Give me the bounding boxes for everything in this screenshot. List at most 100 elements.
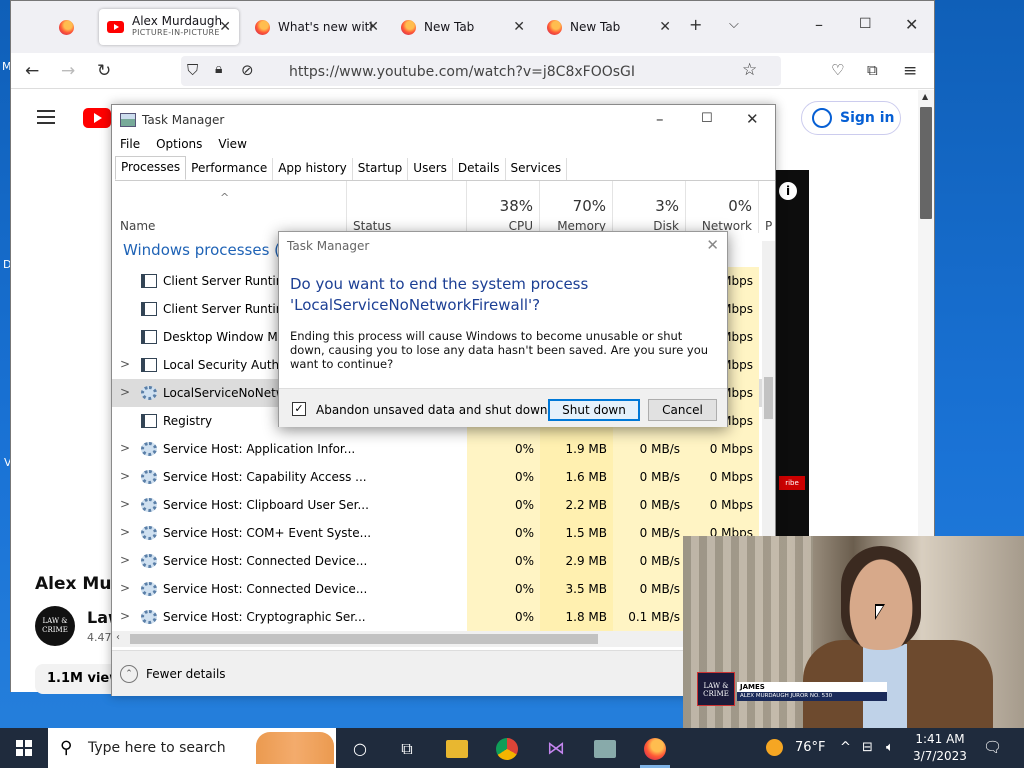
process-row[interactable]: > Service Host: Cryptographic Ser... 0% 1.8… bbox=[112, 603, 767, 631]
weather-sun-icon[interactable] bbox=[766, 739, 783, 756]
show-hidden-icons-chevron-icon[interactable]: ^ bbox=[840, 740, 851, 755]
close-tab-icon[interactable]: ✕ bbox=[367, 19, 379, 35]
expand-chevron-icon[interactable]: > bbox=[120, 581, 130, 595]
guide-menu-icon[interactable] bbox=[37, 110, 55, 124]
bookmark-star-icon[interactable]: ☆ bbox=[742, 60, 757, 80]
task-manager-taskbar-icon[interactable] bbox=[594, 740, 616, 758]
lock-icon[interactable]: 🔒︎ bbox=[215, 61, 222, 77]
process-row[interactable]: > Service Host: Application Infor... 0% 1.9… bbox=[112, 435, 767, 463]
maximize-icon[interactable]: ☐ bbox=[701, 111, 713, 126]
expand-chevron-icon[interactable]: > bbox=[120, 469, 130, 483]
column-status[interactable]: Status bbox=[347, 181, 467, 233]
url-bar[interactable]: ⛉ 🔒︎ ⊘ https://www.youtube.com/watch?v=j… bbox=[181, 56, 781, 86]
tab-new-tab-1[interactable]: New Tab ✕ bbox=[393, 9, 533, 45]
abandon-data-checkbox[interactable]: ✓ bbox=[292, 402, 306, 416]
close-dialog-icon[interactable]: ✕ bbox=[706, 236, 719, 254]
extensions-icon[interactable]: ⧉ bbox=[867, 61, 878, 79]
column-cpu[interactable]: 38% CPU bbox=[467, 181, 540, 233]
tab-new-tab-2[interactable]: New Tab ✕ bbox=[539, 9, 679, 45]
chrome-icon[interactable] bbox=[496, 738, 518, 760]
volume-icon[interactable]: 🔈︎ bbox=[886, 740, 894, 755]
expand-chevron-icon[interactable]: > bbox=[120, 357, 130, 371]
file-explorer-icon[interactable] bbox=[446, 740, 468, 758]
tab-alex-murdaugh[interactable]: Alex Murdaugh PICTURE-IN-PICTURE ✕ bbox=[99, 9, 239, 45]
shield-icon[interactable]: ⛉ bbox=[187, 61, 198, 79]
tab-whats-new[interactable]: What's new with ✕ bbox=[247, 9, 387, 45]
forward-icon[interactable]: → bbox=[61, 61, 75, 81]
start-windows-icon[interactable] bbox=[16, 740, 32, 756]
process-row[interactable]: > Service Host: Capability Access ... 0% 1.… bbox=[112, 463, 767, 491]
minimize-icon[interactable]: – bbox=[815, 15, 823, 34]
tab-processes[interactable]: Processes bbox=[115, 156, 187, 180]
list-tabs-chevron-icon[interactable]: ⌵ bbox=[729, 17, 739, 32]
picture-in-picture-video[interactable]: LAW & CRIME JAMES ALEX MURDAUGH JUROR NO… bbox=[683, 536, 1024, 728]
task-manager-titlebar[interactable]: Task Manager – ☐ ✕ bbox=[112, 105, 775, 135]
process-row[interactable]: > Service Host: COM+ Event Syste... 0% 1.5 … bbox=[112, 519, 767, 547]
chevron-up-icon[interactable]: ⌃ bbox=[120, 665, 138, 683]
permissions-icon[interactable]: ⊘ bbox=[241, 61, 254, 79]
tab-startup[interactable]: Startup bbox=[353, 158, 409, 180]
clock[interactable]: 1:41 AM 3/7/2023 bbox=[912, 731, 968, 765]
close-tab-icon[interactable]: ✕ bbox=[513, 19, 525, 35]
info-icon[interactable]: i bbox=[779, 182, 797, 200]
tab-app-history[interactable]: App history bbox=[273, 158, 353, 180]
menu-options[interactable]: Options bbox=[156, 137, 202, 151]
process-row[interactable]: > Service Host: Connected Device... 0% 2.9 … bbox=[112, 547, 767, 575]
expand-chevron-icon[interactable]: > bbox=[120, 497, 130, 511]
reload-icon[interactable]: ↻ bbox=[97, 61, 111, 81]
column-memory[interactable]: 70% Memory bbox=[540, 181, 613, 233]
expand-chevron-icon[interactable]: > bbox=[120, 609, 130, 623]
fewer-details-link[interactable]: Fewer details bbox=[146, 667, 226, 681]
pocket-icon[interactable]: ♡ bbox=[831, 61, 844, 79]
abandon-data-label[interactable]: Abandon unsaved data and shut down. bbox=[316, 403, 551, 417]
page-scroll-thumb[interactable] bbox=[920, 107, 932, 219]
expand-chevron-icon[interactable]: > bbox=[120, 385, 130, 399]
tab-performance[interactable]: Performance bbox=[186, 158, 274, 180]
menu-view[interactable]: View bbox=[218, 137, 246, 151]
new-tab-plus-icon[interactable]: + bbox=[689, 15, 702, 34]
back-icon[interactable]: ← bbox=[25, 61, 39, 81]
minimize-icon[interactable]: – bbox=[656, 110, 664, 128]
group-header[interactable]: Windows processes (7 bbox=[123, 241, 290, 259]
sign-in-button[interactable]: Sign in bbox=[801, 101, 901, 135]
task-view-icon[interactable]: ⧉ bbox=[396, 738, 418, 760]
temperature[interactable]: 76°F bbox=[795, 740, 826, 755]
maximize-icon[interactable]: ☐ bbox=[859, 16, 872, 32]
close-tab-icon[interactable]: ✕ bbox=[659, 19, 671, 35]
expand-chevron-icon[interactable]: > bbox=[120, 525, 130, 539]
list-horizontal-scrollbar[interactable]: ‹ bbox=[112, 631, 762, 647]
column-name[interactable]: ^ Name bbox=[112, 181, 347, 233]
network-icon[interactable]: ⊟ bbox=[862, 740, 873, 755]
process-row[interactable]: > Service Host: Connected Device... 0% 3.5 … bbox=[112, 575, 767, 603]
list-scroll-thumb[interactable] bbox=[764, 377, 773, 419]
visual-studio-icon[interactable]: ⋈ bbox=[545, 738, 567, 760]
channel-avatar[interactable]: LAW & CRIME bbox=[35, 606, 75, 646]
scroll-up-arrow-icon[interactable]: ▲ bbox=[922, 92, 928, 101]
cancel-button[interactable]: Cancel bbox=[648, 399, 717, 421]
tab-services[interactable]: Services bbox=[506, 158, 568, 180]
firefox-taskbar-icon[interactable] bbox=[644, 738, 666, 760]
shut-down-button[interactable]: Shut down bbox=[548, 399, 640, 421]
column-power[interactable]: P bbox=[759, 181, 775, 233]
close-window-icon[interactable]: ✕ bbox=[905, 15, 918, 34]
notifications-icon[interactable]: 🗨︎ bbox=[983, 738, 1002, 756]
expand-chevron-icon[interactable]: > bbox=[120, 441, 130, 455]
tab-users[interactable]: Users bbox=[408, 158, 453, 180]
process-row[interactable]: > Service Host: Clipboard User Ser... 0% 2.… bbox=[112, 491, 767, 519]
menu-file[interactable]: File bbox=[120, 137, 140, 151]
menu-icon[interactable]: ≡ bbox=[903, 61, 917, 81]
subscribe-watermark[interactable]: ribe bbox=[779, 476, 805, 490]
tab-details[interactable]: Details bbox=[453, 158, 506, 180]
expand-chevron-icon[interactable]: > bbox=[120, 553, 130, 567]
process-icon bbox=[141, 498, 157, 512]
horizontal-scroll-thumb[interactable] bbox=[130, 634, 598, 644]
close-window-icon[interactable]: ✕ bbox=[746, 110, 759, 128]
youtube-logo[interactable] bbox=[83, 108, 111, 128]
scroll-left-arrow-icon[interactable]: ‹ bbox=[116, 632, 120, 643]
cortana-icon[interactable]: ○ bbox=[349, 738, 371, 760]
taskbar-search-box[interactable]: ⚲ Type here to search bbox=[48, 728, 336, 768]
tab-pinned[interactable] bbox=[51, 9, 99, 45]
close-tab-icon[interactable]: ✕ bbox=[219, 19, 231, 35]
column-disk[interactable]: 3% Disk bbox=[613, 181, 686, 233]
column-network[interactable]: 0% Network bbox=[686, 181, 759, 233]
